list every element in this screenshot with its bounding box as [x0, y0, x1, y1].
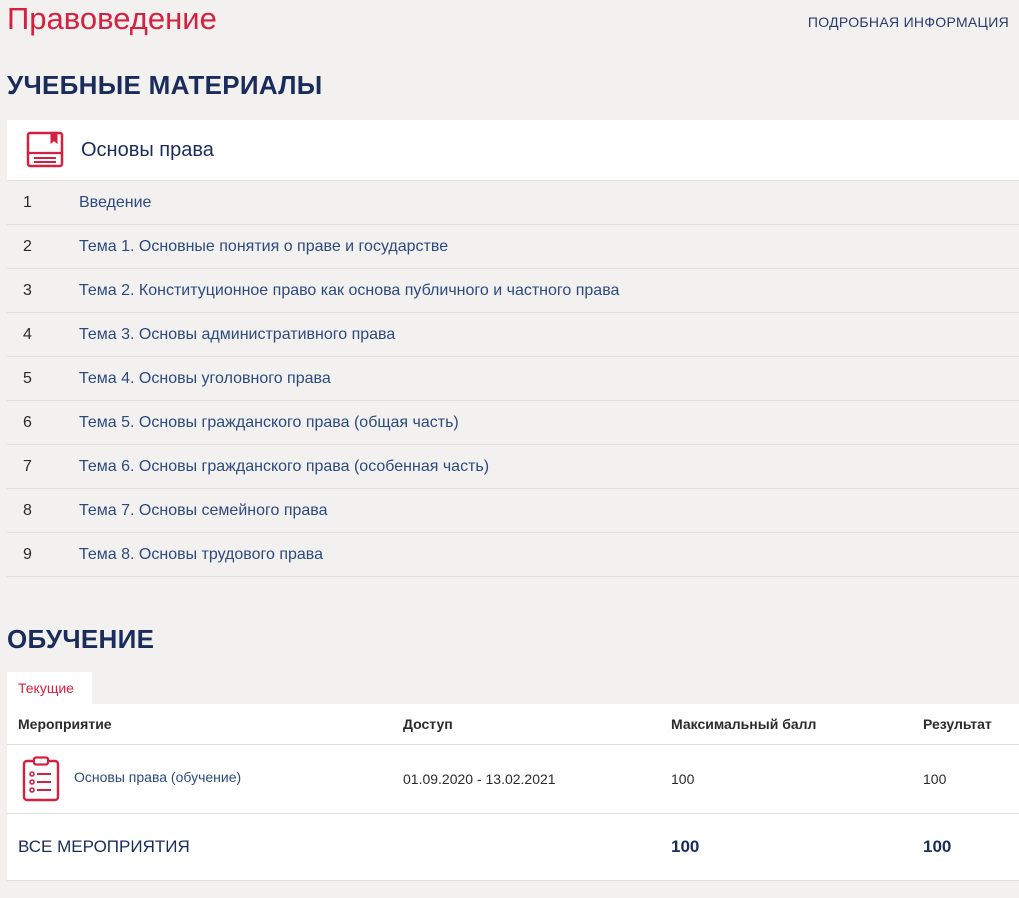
totals-result: 100 [923, 837, 952, 856]
totals-label-text: ВСЕ МЕРОПРИЯТИЯ [18, 837, 190, 856]
column-header-event[interactable]: Мероприятие [7, 716, 392, 732]
material-number: 2 [23, 237, 32, 255]
material-row: 7 Тема 6. Основы гражданского права (осо… [7, 445, 1019, 489]
material-number: 8 [23, 501, 32, 519]
material-row: 9 Тема 8. Основы трудового права [7, 533, 1019, 577]
course-title: Правоведение [7, 1, 217, 36]
material-link[interactable]: Тема 1. Основные понятия о праве и госуд… [79, 238, 448, 256]
material-link[interactable]: Тема 8. Основы трудового права [79, 546, 323, 564]
material-row: 5 Тема 4. Основы уголовного права [7, 357, 1019, 401]
column-header-result[interactable]: Результат [912, 716, 1019, 732]
material-row: 4 Тема 3. Основы административного права [7, 313, 1019, 357]
material-link[interactable]: Тема 6. Основы гражданского права (особе… [79, 458, 489, 476]
material-number: 9 [23, 545, 32, 563]
material-row: 3 Тема 2. Конституционное право как осно… [7, 269, 1019, 313]
column-header-access[interactable]: Доступ [392, 716, 660, 732]
material-row: 1 Введение [7, 181, 1019, 225]
material-number: 4 [23, 325, 32, 343]
material-row: 8 Тема 7. Основы семейного права [7, 489, 1019, 533]
event-cell: Основы права (обучение) [7, 756, 392, 802]
material-row: 2 Тема 1. Основные понятия о праве и гос… [7, 225, 1019, 269]
column-header-max-score[interactable]: Максимальный балл [660, 716, 912, 732]
material-number: 3 [23, 281, 32, 299]
material-link[interactable]: Тема 4. Основы уголовного права [79, 370, 331, 388]
material-number: 1 [23, 193, 32, 211]
learning-table: Мероприятие Доступ Максимальный балл Рез… [7, 704, 1019, 881]
material-row: 6 Тема 5. Основы гражданского права (общ… [7, 401, 1019, 445]
totals-max-score: 100 [671, 837, 700, 856]
material-number: 6 [23, 413, 32, 431]
result-cell: 100 [923, 771, 947, 787]
materials-section-title: УЧЕБНЫЕ МАТЕРИАЛЫ [7, 70, 323, 100]
book-icon [26, 131, 64, 168]
materials-course-name: Основы права [81, 138, 214, 161]
learning-section-title: ОБУЧЕНИЕ [7, 624, 155, 654]
clipboard-list-icon [22, 756, 60, 802]
material-link[interactable]: Тема 3. Основы административного права [79, 326, 395, 344]
access-cell: 01.09.2020 - 13.02.2021 [403, 771, 556, 787]
material-number: 5 [23, 369, 32, 387]
max-score-cell: 100 [671, 771, 695, 787]
material-link[interactable]: Тема 5. Основы гражданского права (общая… [79, 414, 459, 432]
more-info-link[interactable]: ПОДРОБНАЯ ИНФОРМАЦИЯ [808, 14, 1009, 30]
totals-label: ВСЕ МЕРОПРИЯТИЯ [7, 837, 392, 857]
material-number: 7 [23, 457, 32, 475]
material-link[interactable]: Введение [79, 194, 151, 212]
materials-course-header[interactable]: Основы права [7, 120, 1019, 181]
material-link[interactable]: Тема 2. Конституционное право как основа… [79, 282, 619, 300]
table-header-row: Мероприятие Доступ Максимальный балл Рез… [7, 704, 1019, 745]
material-link[interactable]: Тема 7. Основы семейного права [79, 502, 328, 520]
event-link[interactable]: Основы права (обучение) [74, 769, 241, 785]
table-row: Основы права (обучение) 01.09.2020 - 13.… [7, 745, 1019, 814]
tab-current[interactable]: Текущие [7, 672, 92, 704]
materials-panel: Основы права 1 Введение 2 Тема 1. Основн… [7, 120, 1019, 577]
totals-row: ВСЕ МЕРОПРИЯТИЯ 100 100 [7, 814, 1019, 881]
